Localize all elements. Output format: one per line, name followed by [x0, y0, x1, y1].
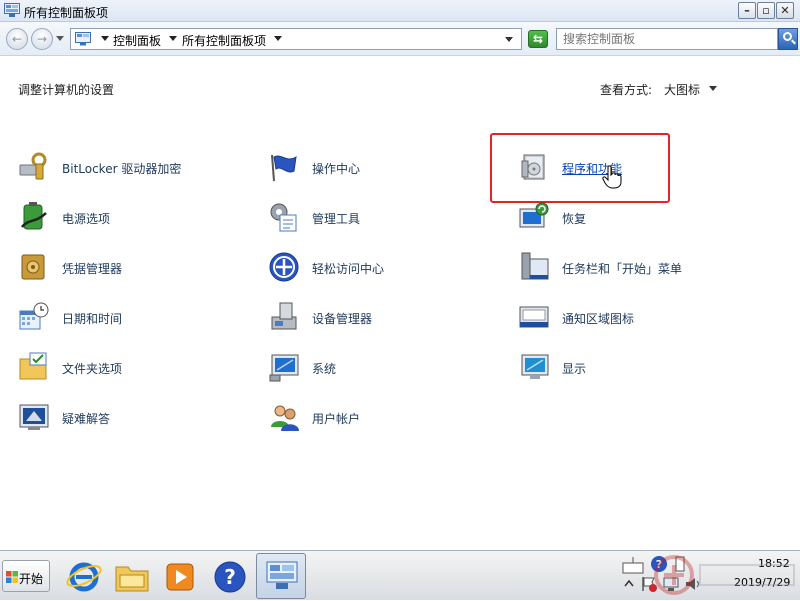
cp-item-credential-manager[interactable]: 凭据管理器: [18, 251, 238, 287]
hand-cursor-icon: [602, 165, 622, 189]
cp-item-date-time[interactable]: 日期和时间: [18, 301, 238, 337]
address-bar: ← → 控制面板 所有控制面板项 ⇆: [0, 22, 800, 56]
ease-of-access-icon: [269, 252, 299, 282]
folder-options-icon: [19, 352, 47, 380]
cp-item-ease-of-access[interactable]: 轻松访问中心: [268, 251, 488, 287]
cp-item-notification-area[interactable]: 通知区域图标: [518, 301, 738, 337]
cp-item-troubleshooting[interactable]: 疑难解答: [18, 401, 238, 437]
search-button[interactable]: [778, 28, 798, 50]
cp-item-label: 管理工具: [312, 212, 361, 226]
watermark-logo-icon: [654, 555, 795, 595]
help-icon[interactable]: ?: [210, 555, 250, 597]
cp-item-action-center[interactable]: 操作中心: [268, 151, 488, 187]
search-input[interactable]: [556, 28, 778, 50]
view-by-dropdown-icon[interactable]: [709, 86, 717, 91]
show-hidden-icons-icon[interactable]: [624, 577, 634, 591]
cp-item-device-manager[interactable]: 设备管理器: [268, 301, 488, 337]
start-label: 开始: [19, 572, 44, 586]
notification-area-icon: [519, 306, 549, 328]
back-arrow-icon: ←: [11, 32, 23, 46]
cp-item-system[interactable]: 系统: [268, 351, 488, 387]
cp-item-label: 日期和时间: [62, 312, 123, 326]
cp-item-label: 通知区域图标: [562, 312, 635, 326]
minimize-button[interactable]: –: [738, 2, 756, 19]
view-by-label: 查看方式:: [600, 83, 653, 97]
breadcrumb-control-panel[interactable]: 控制面板: [113, 32, 161, 49]
cp-item-label: 轻松访问中心: [312, 262, 385, 276]
breadcrumb-all-items[interactable]: 所有控制面板项: [182, 32, 266, 49]
keyboard-ime-icon[interactable]: [622, 555, 644, 575]
cp-item-label: 用户帐户: [312, 412, 361, 426]
user-accounts-icon: [271, 405, 299, 431]
recovery-icon: [519, 202, 549, 228]
control-panel-icon: [75, 32, 91, 46]
start-button[interactable]: 开始: [2, 560, 50, 592]
system-computer-icon: [269, 354, 299, 382]
maximize-button[interactable]: ▫: [757, 2, 775, 19]
back-button[interactable]: ←: [6, 28, 28, 50]
cp-item-bitlocker[interactable]: BitLocker 驱动器加密: [18, 151, 238, 187]
cp-item-label: 疑难解答: [62, 412, 111, 426]
refresh-icon: ⇆: [532, 32, 544, 46]
cp-item-user-accounts[interactable]: 用户帐户: [268, 401, 488, 437]
address-field[interactable]: 控制面板 所有控制面板项: [70, 28, 522, 50]
address-history-dropdown[interactable]: [505, 37, 513, 42]
page-heading: 调整计算机的设置: [18, 83, 115, 97]
content-area: 调整计算机的设置 查看方式: 大图标 BitLocker 驱动器加密 电源选项 …: [0, 57, 800, 550]
file-explorer-icon[interactable]: [112, 555, 152, 597]
control-panel-icon: [4, 3, 20, 17]
cp-item-display[interactable]: 显示: [518, 351, 738, 387]
cp-item-label: 凭据管理器: [62, 262, 123, 276]
cp-item-power-options[interactable]: 电源选项: [18, 201, 238, 237]
refresh-button[interactable]: ⇆: [528, 30, 548, 48]
admin-tools-icon: [270, 203, 297, 232]
cp-item-label: 电源选项: [62, 212, 111, 226]
windows-logo-icon: [6, 571, 18, 583]
cp-item-programs-features[interactable]: 程序和功能: [518, 151, 738, 187]
taskbar-start-icon: [521, 252, 549, 280]
programs-features-icon: [521, 154, 545, 180]
credential-safe-icon: [21, 254, 45, 280]
title-bar: 所有控制面板项 – ▫ ✕: [0, 0, 800, 22]
cp-item-label: 显示: [562, 362, 587, 376]
breadcrumb-arrow-icon[interactable]: [101, 36, 109, 41]
display-monitor-icon: [521, 354, 549, 379]
device-manager-icon: [271, 302, 297, 330]
cp-item-label: BitLocker 驱动器加密: [62, 162, 182, 176]
cp-item-label: 任务栏和「开始」菜单: [562, 262, 683, 276]
cp-item-recovery[interactable]: 恢复: [518, 201, 738, 237]
bitlocker-icon: [19, 152, 47, 180]
view-by-select[interactable]: 大图标: [664, 81, 700, 98]
cp-item-label: 文件夹选项: [62, 362, 123, 376]
cp-item-folder-options[interactable]: 文件夹选项: [18, 351, 238, 387]
svg-text:?: ?: [224, 565, 236, 589]
power-battery-icon: [21, 202, 47, 230]
cp-item-label: 操作中心: [312, 162, 361, 176]
breadcrumb-arrow-icon[interactable]: [169, 36, 177, 41]
cp-item-label: 系统: [312, 362, 337, 376]
forward-button[interactable]: →: [31, 28, 53, 50]
close-button[interactable]: ✕: [776, 2, 794, 19]
cp-item-label: 恢复: [562, 212, 587, 226]
breadcrumb-arrow-icon[interactable]: [274, 36, 282, 41]
window-title: 所有控制面板项: [24, 6, 109, 20]
cp-item-taskbar-start[interactable]: 任务栏和「开始」菜单: [518, 251, 738, 287]
forward-arrow-icon: →: [36, 32, 48, 46]
media-player-icon[interactable]: [160, 555, 200, 597]
cp-item-admin-tools[interactable]: 管理工具: [268, 201, 488, 237]
action-center-flag-icon: [271, 154, 297, 182]
cp-item-label: 设备管理器: [312, 312, 373, 326]
troubleshooting-icon: [19, 404, 49, 430]
date-time-icon: [19, 302, 49, 330]
internet-explorer-icon[interactable]: [64, 555, 104, 597]
recent-pages-dropdown[interactable]: [56, 36, 64, 41]
taskbar-control-panel-button[interactable]: [256, 553, 306, 599]
control-panel-icon: [266, 561, 298, 589]
